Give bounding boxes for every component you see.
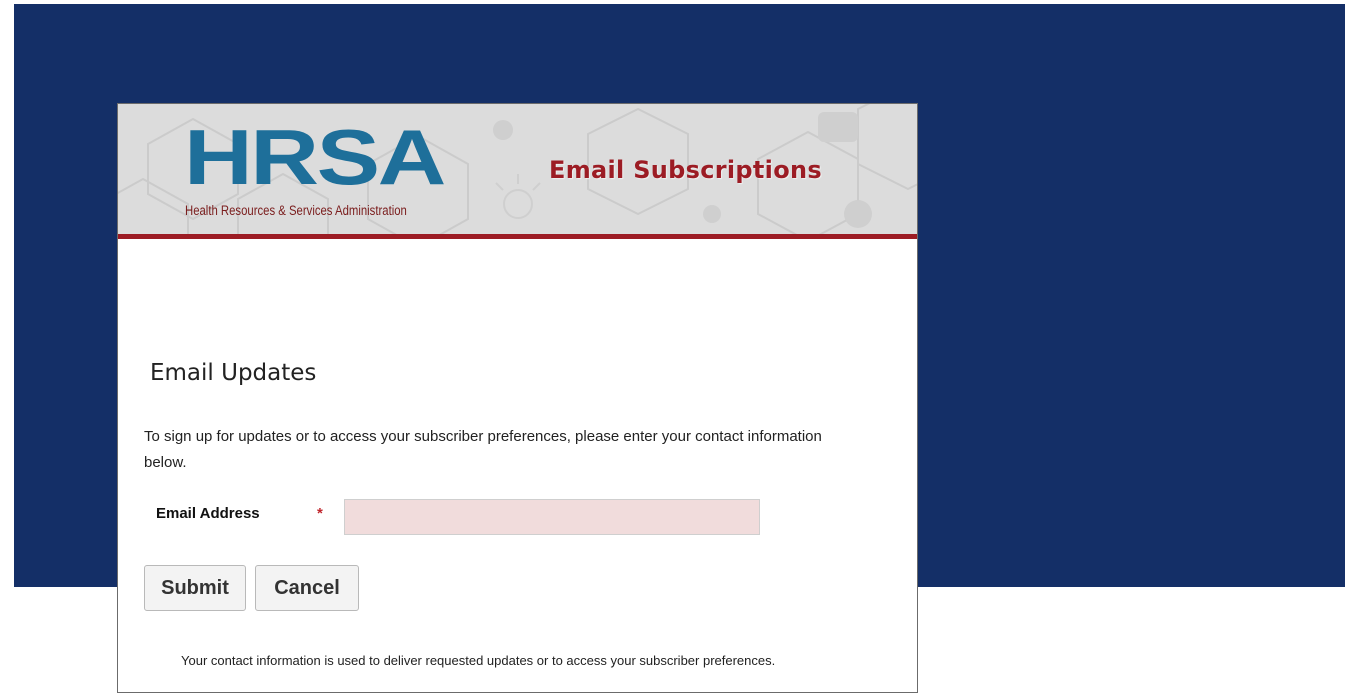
- privacy-note: Your contact information is used to deli…: [181, 653, 776, 668]
- submit-button[interactable]: Submit: [144, 565, 246, 611]
- banner-divider: [118, 234, 917, 239]
- hrsa-logo: HRSA: [184, 113, 446, 201]
- subscription-card: HRSA Health Resources & Services Adminis…: [117, 103, 918, 693]
- header-banner: HRSA Health Resources & Services Adminis…: [118, 104, 917, 239]
- email-field[interactable]: [344, 499, 760, 535]
- logo-tagline: Health Resources & Services Administrati…: [185, 203, 407, 218]
- intro-text: To sign up for updates or to access your…: [144, 428, 822, 471]
- banner-title: Email Subscriptions: [549, 156, 822, 184]
- required-indicator: *: [317, 505, 323, 522]
- email-label: Email Address: [156, 505, 260, 522]
- cancel-button[interactable]: Cancel: [255, 565, 359, 611]
- page-title: Email Updates: [150, 360, 317, 386]
